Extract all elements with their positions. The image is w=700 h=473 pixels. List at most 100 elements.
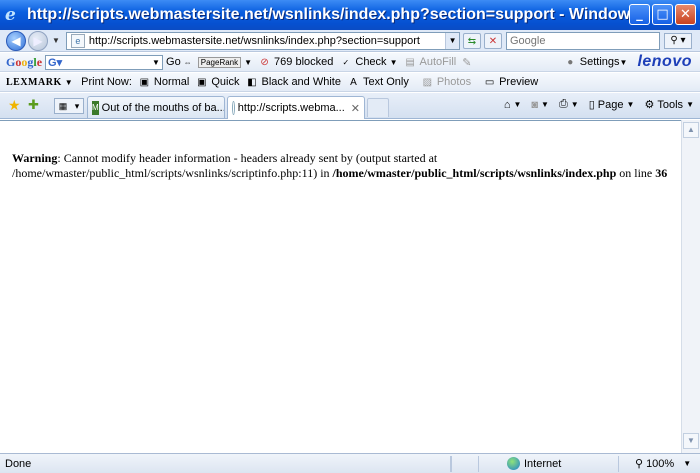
add-favorites-icon[interactable]: ✚ [28,97,39,113]
settings-button[interactable]: ● Settings ▼ [564,56,628,69]
pagerank-bar: PageRank [197,56,242,68]
page-menu[interactable]: ▯ Page ▼ [588,98,635,112]
google-toolbar: Google G▾ ▼ Go ⇔ PageRank ▼ ⊘ 769 blocked… [0,53,700,72]
autofill-button[interactable]: ▤ AutoFill [404,56,456,69]
lenovo-logo: lenovo [637,53,692,70]
print-photos-button[interactable]: ▨ Photos [421,76,471,89]
tab-scripts-webmastersite[interactable]: http://scripts.webma... ✕ [227,96,365,119]
tab-list-dropdown-icon: ▾ [74,100,80,111]
window-titlebar[interactable]: e http://scripts.webmastersite.net/wsnli… [0,0,700,30]
new-tab-button[interactable] [367,98,389,117]
photos-icon: ▨ [422,76,433,88]
check-dropdown-icon: ▼ [389,57,398,67]
close-button[interactable]: ✕ [675,4,696,25]
command-bar: ⌂ ▼ ◙ ▼ ⎙ ▼ ▯ Page ▼ ⚙ Tools ▼ [494,98,694,111]
lexmark-logo[interactable]: LEXMARK ▼ [6,77,73,88]
tools-menu[interactable]: ⚙ Tools ▼ [644,98,694,112]
spellcheck-icon: ✓ [342,57,350,67]
page-content: Warning: Cannot modify header informatio… [0,120,681,453]
print-dropdown-icon: ▼ [570,100,579,109]
lexmark-dropdown-icon: ▼ [64,77,74,87]
php-warning-message: Warning: Cannot modify header informatio… [12,151,668,180]
loading-icon [232,101,235,115]
print-text-only-button[interactable]: A Text Only [347,76,409,89]
scroll-down-icon[interactable]: ▼ [683,433,699,449]
settings-dropdown-icon: ▼ [619,57,628,67]
printer-icon: ▣ [139,76,150,88]
security-zone[interactable]: Internet [478,455,618,472]
forward-button[interactable]: ▶ [28,31,48,51]
feeds-dropdown-icon: ▼ [541,100,549,109]
print-normal-button[interactable]: ▣ Normal [138,76,190,89]
text-only-icon: A [350,76,357,88]
zoom-dropdown-icon: ▼ [683,459,692,468]
window-controls: _ □ ✕ [629,4,696,25]
page-menu-icon: ▯ [588,99,595,111]
tab-out-of-the-mouths[interactable]: M Out of the mouths of ba... [87,96,225,118]
quick-tabs-button[interactable]: ▦ ▾ [54,98,84,114]
vertical-scrollbar[interactable]: ▲ ▼ [681,120,700,453]
status-divider [451,455,473,472]
url-field[interactable]: e ▼ [66,32,460,50]
black-white-icon: ◧ [247,76,257,88]
maximize-button[interactable]: □ [652,4,673,25]
print-button[interactable]: ⎙ ▼ [559,98,579,111]
rss-icon: ◙ [531,98,539,111]
stop-button[interactable]: ✕ [484,33,502,49]
url-input[interactable] [88,35,446,47]
google-go-button[interactable]: Go ⇔ [166,56,192,68]
status-bar: Done Internet ⚲ 100% ▼ [0,453,700,473]
popup-blocker-button[interactable]: ⊘ 769 blocked [258,56,333,69]
google-g-icon: G▾ [48,56,63,69]
tab-favicon: M [92,100,99,115]
tools-dropdown-icon: ▼ [686,100,694,109]
page-icon: e [71,34,85,48]
blocker-icon: ⊘ [260,56,269,68]
warning-label: Warning [12,151,58,165]
status-text: Done [5,457,32,470]
tab-close-icon[interactable]: ✕ [351,102,360,115]
quick-print-icon: ▣ [197,76,207,88]
pagerank-dropdown-icon[interactable]: ▼ [244,58,252,67]
tab-bar: ★ ✚ ▦ ▾ M Out of the mouths of ba... http… [0,93,700,119]
settings-icon: ● [567,56,574,68]
home-dropdown-icon: ▼ [513,100,522,109]
autofill-icon: ▤ [405,56,415,68]
gear-icon: ⚙ [644,99,655,111]
history-dropdown-icon[interactable]: ▼ [52,36,60,45]
search-icon: ⚲ [670,35,678,46]
zoom-icon: ⚲ [635,458,644,470]
home-button[interactable]: ⌂ ▼ [504,99,522,111]
refresh-button[interactable]: ⇆ [463,33,481,49]
scroll-up-icon[interactable]: ▲ [683,122,699,138]
search-button[interactable]: ⚲ ▾ [664,33,692,49]
google-logo: Google [6,54,43,69]
minimize-button[interactable]: _ [629,4,650,25]
preview-icon: ▭ [484,76,495,88]
page-dropdown-icon: ▼ [626,100,635,109]
favorites-star-icon[interactable]: ★ [8,97,21,114]
home-icon: ⌂ [503,98,511,111]
globe-icon [507,457,520,470]
file-path: /home/wmaster/public_html/scripts/wsnlin… [332,166,617,180]
google-search-dropdown-icon[interactable]: ▼ [150,58,162,67]
arrow-icon: ⇔ [183,57,192,67]
search-box[interactable] [506,32,660,50]
feeds-button[interactable]: ◙ ▼ [531,99,549,111]
url-dropdown-icon[interactable]: ▼ [445,33,459,49]
search-input[interactable] [507,33,657,49]
print-black-white-button[interactable]: ◧ Black and White [245,76,341,89]
line-number: 36 [655,166,668,180]
send-to-icon[interactable]: ✎ [462,56,471,69]
address-bar: ◀ ▶ ▼ e ▼ ⇆ ✕ ⚲ ▾ [0,30,700,52]
print-quick-button[interactable]: ▣ Quick [195,76,239,89]
ie-logo-icon: e [5,5,16,25]
print-icon: ⎙ [558,98,568,110]
spellcheck-button[interactable]: ✓ Check ▼ [339,56,398,69]
window-title: http://scripts.webmastersite.net/wsnlink… [27,6,637,23]
zoom-control[interactable]: ⚲ 100% ▼ [618,455,700,472]
lexmark-toolbar: LEXMARK ▼ Print Now: ▣ Normal ▣ Quick ◧ Bla… [0,73,700,92]
back-button[interactable]: ◀ [6,31,26,51]
google-search-input[interactable]: G▾ ▼ [45,54,164,70]
print-preview-button[interactable]: ▭ Preview [483,76,538,89]
